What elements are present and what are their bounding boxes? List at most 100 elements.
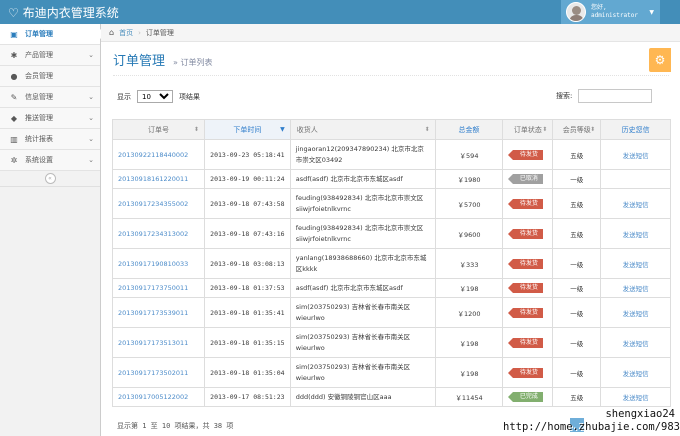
send-sms-link[interactable]: 发送短信 xyxy=(623,340,649,348)
table-header-row: 订单号 ⬍ 下单时间 ▼ 收货人 ⬍ 总金额 订单状态 ⬍ 会员等级 ⬍ 历史您信 xyxy=(112,119,671,140)
search-input[interactable] xyxy=(578,89,653,103)
order-time: 2013-09-23 05:18:41 xyxy=(203,139,291,170)
amount: ￥11454 xyxy=(434,387,504,407)
order-number-link[interactable]: 20130918161220011 xyxy=(118,175,188,183)
col-amount: 总金额 xyxy=(434,119,504,140)
breadcrumb-current: 订单管理 xyxy=(145,28,174,37)
collapse-icon[interactable]: « xyxy=(44,173,56,184)
status-badge: 已完成 xyxy=(507,392,543,402)
chevron-down-icon: ⌄ xyxy=(88,114,94,122)
tag-icon: ◆ xyxy=(10,113,18,123)
member-level: 五级 xyxy=(552,387,602,407)
amount: ￥594 xyxy=(434,139,504,170)
order-number-link[interactable]: 20130917234355002 xyxy=(118,200,188,208)
col-status[interactable]: 订单状态 ⬍ xyxy=(502,119,554,140)
receiver: ddd(ddd) 安徽铜陵铜官山区aaa xyxy=(289,387,436,407)
member-level: 一级 xyxy=(552,248,602,279)
table-row: 20130917190810033 2013-09-18 03:08:13 yanl… xyxy=(112,248,671,279)
sidebar-item-1[interactable]: ✱ 产品管理 ⌄ xyxy=(0,45,100,66)
status-badge: 待发货 xyxy=(507,283,543,293)
send-sms-link[interactable]: 发送短信 xyxy=(623,394,649,402)
table-row: 20130917173502011 2013-09-18 01:35:04 sim(… xyxy=(112,357,671,388)
send-sms-link[interactable]: 发送短信 xyxy=(623,285,649,293)
amount: ￥198 xyxy=(434,357,504,388)
col-receiver[interactable]: 收货人 ⬍ xyxy=(289,119,436,140)
order-number-link[interactable]: 20130917190810033 xyxy=(118,260,188,268)
sidebar-item-6[interactable]: ✲ 系统设置 ⌄ xyxy=(0,150,100,171)
send-sms-link[interactable]: 发送短信 xyxy=(623,261,649,269)
cogs-icon: ✲ xyxy=(10,155,18,165)
member-level: 五级 xyxy=(552,218,602,249)
status-badge: 待发货 xyxy=(507,228,543,239)
sidebar-item-label: 会员管理 xyxy=(25,72,53,80)
receiver: yanlang(18938688660) 北京市北京市东城区kkkk xyxy=(289,248,436,279)
table-row: 20130917173513011 2013-09-18 01:35:15 sim(… xyxy=(112,327,671,358)
order-number-link[interactable]: 20130917173539011 xyxy=(118,309,188,317)
sidebar-item-5[interactable]: ▥ 统计报表 ⌄ xyxy=(0,129,100,150)
sort-desc-icon: ▼ xyxy=(280,126,285,133)
user-menu[interactable]: 您好, administrator ▼ xyxy=(561,0,660,24)
order-number-link[interactable]: 20130917173502011 xyxy=(118,369,188,377)
table-info: 显示第 1 至 10 项结果，共 38 项 xyxy=(117,422,234,430)
order-number-link[interactable]: 20130922118440002 xyxy=(118,151,188,159)
breadcrumb: ⌂ 首页 › 订单管理 xyxy=(101,24,680,42)
order-time: 2013-09-18 01:35:04 xyxy=(203,357,291,388)
amount: ￥5700 xyxy=(434,188,504,219)
sidebar-item-label: 信息管理 xyxy=(25,93,53,101)
col-level[interactable]: 会员等级 ⬍ xyxy=(552,119,602,140)
sort-icon: ⬍ xyxy=(542,126,548,133)
receiver: feuding(938492834) 北京市北京市崇文区siiwjrfoietn… xyxy=(289,188,436,219)
sidebar-item-label: 统计报表 xyxy=(25,135,53,143)
sidebar-item-2[interactable]: ● 会员管理 xyxy=(0,66,100,87)
table-row: 20130918161220011 2013-09-19 00:11:24 asdf… xyxy=(112,169,671,189)
send-sms-link[interactable]: 发送短信 xyxy=(623,152,649,160)
col-order-time[interactable]: 下单时间 ▼ xyxy=(203,119,291,140)
member-level: 一级 xyxy=(552,297,602,328)
sidebar: ▣ 订单管理 ✱ 产品管理 ⌄ ● 会员管理 ✎ 信息管理 ⌄ ◆ 推送管理 ⌄ ▥ 统计报表 ⌄ ✲ 系统设置 ⌄… xyxy=(0,24,101,436)
order-number-link[interactable]: 20130917005122002 xyxy=(118,393,188,401)
sidebar-item-label: 系统设置 xyxy=(25,156,53,164)
status-badge: 待发货 xyxy=(507,198,543,209)
send-sms-link[interactable]: 发送短信 xyxy=(623,310,649,318)
sidebar-item-4[interactable]: ◆ 推送管理 ⌄ xyxy=(0,108,100,129)
page-subtitle: » 订单列表 xyxy=(173,58,213,67)
order-time: 2013-09-18 01:35:41 xyxy=(203,297,291,328)
order-number-link[interactable]: 20130917234313002 xyxy=(118,230,188,238)
chevron-down-icon: ⌄ xyxy=(88,135,94,143)
sidebar-item-3[interactable]: ✎ 信息管理 ⌄ xyxy=(0,87,100,108)
orders-table: 订单号 ⬍ 下单时间 ▼ 收货人 ⬍ 总金额 订单状态 ⬍ 会员等级 ⬍ 历史您信 201… xyxy=(112,119,671,407)
status-badge: 已取消 xyxy=(507,174,543,184)
amount: ￥333 xyxy=(434,248,504,279)
amount: ￥9600 xyxy=(434,218,504,249)
order-time: 2013-09-18 01:37:53 xyxy=(203,278,291,298)
page-length-control: 显示 10 项结果 xyxy=(117,90,200,103)
table-row: 20130917173539011 2013-09-18 01:35:41 sim(… xyxy=(112,297,671,328)
sort-icon: ⬍ xyxy=(590,126,596,133)
chevron-down-icon: ⌄ xyxy=(88,93,94,101)
col-history: 历史您信 xyxy=(600,119,671,140)
search-control: 搜索: xyxy=(556,89,653,103)
watermark-line2: http://home.zhubajie.com/9831885/ xyxy=(503,421,680,433)
order-number-link[interactable]: 20130917173513011 xyxy=(118,339,188,347)
order-number-link[interactable]: 20130917173750011 xyxy=(118,284,188,292)
gear-icon: ⚙ xyxy=(654,53,666,67)
breadcrumb-separator-icon: › xyxy=(138,28,141,37)
breadcrumb-home-link[interactable]: 首页 xyxy=(119,28,133,38)
watermark: shengxiao24 http://home.zhubajie.com/983… xyxy=(503,408,680,434)
home-icon: ⌂ xyxy=(109,28,115,37)
app-brand[interactable]: ♡ 布迪内衣管理系统 xyxy=(8,4,119,21)
page-size-select[interactable]: 10 xyxy=(137,90,173,103)
send-sms-link[interactable]: 发送短信 xyxy=(623,231,649,239)
heart-icon: ♡ xyxy=(8,5,19,20)
member-level: 一级 xyxy=(552,278,602,298)
send-sms-link[interactable]: 发送短信 xyxy=(623,370,649,378)
user-greeting: 您好, xyxy=(591,4,607,11)
page-title: 订单管理 xyxy=(113,54,166,69)
col-order-no[interactable]: 订单号 ⬍ xyxy=(112,119,205,140)
sidebar-item-0[interactable]: ▣ 订单管理 xyxy=(0,24,101,45)
edit-icon: ✎ xyxy=(10,92,18,102)
send-sms-link[interactable]: 发送短信 xyxy=(623,201,649,209)
member-level: 一级 xyxy=(552,357,602,388)
order-time: 2013-09-19 00:11:24 xyxy=(203,169,291,189)
settings-gear-button[interactable]: ⚙ xyxy=(649,48,671,72)
